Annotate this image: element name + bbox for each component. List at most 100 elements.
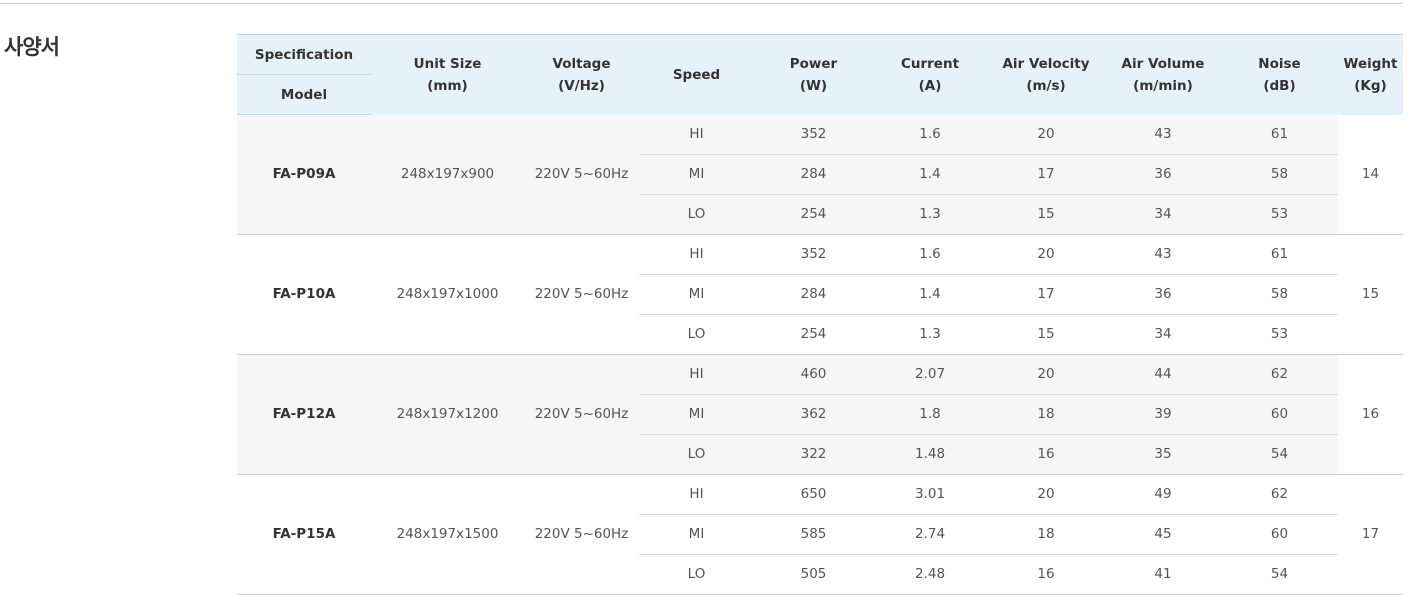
cell-current: 1.4 xyxy=(873,274,987,315)
cell-weight: 16 xyxy=(1338,354,1403,475)
cell-air-volume: 43 xyxy=(1105,114,1221,155)
cell-air-velocity: 16 xyxy=(987,554,1105,595)
cell-air-velocity: 18 xyxy=(987,514,1105,555)
header-air-volume: Air Volume (m/min) xyxy=(1105,34,1221,115)
header-current-label: Current xyxy=(900,55,960,72)
cell-power: 284 xyxy=(754,274,873,315)
header-voltage-unit: (V/Hz) xyxy=(558,77,605,94)
cell-speed: LO xyxy=(639,314,754,355)
cell-model: FA-P10A xyxy=(237,234,371,355)
cell-air-volume: 49 xyxy=(1105,474,1221,515)
cell-noise: 54 xyxy=(1221,434,1338,475)
cell-noise: 60 xyxy=(1221,394,1338,435)
cell-air-velocity: 15 xyxy=(987,194,1105,235)
cell-speed: HI xyxy=(639,234,754,275)
cell-noise: 61 xyxy=(1221,234,1338,275)
cell-air-velocity: 20 xyxy=(987,114,1105,155)
header-power: Power (W) xyxy=(754,34,873,115)
header-voltage-label: Voltage xyxy=(552,55,611,72)
cell-weight: 17 xyxy=(1338,474,1403,595)
cell-current: 1.8 xyxy=(873,394,987,435)
header-unit-size-label: Unit Size xyxy=(413,55,482,72)
header-noise-label: Noise xyxy=(1258,55,1301,72)
cell-air-velocity: 17 xyxy=(987,274,1105,315)
cell-power: 352 xyxy=(754,234,873,275)
cell-power: 322 xyxy=(754,434,873,475)
section-title: 사양서 xyxy=(4,35,60,59)
cell-air-velocity: 20 xyxy=(987,234,1105,275)
cell-air-volume: 39 xyxy=(1105,394,1221,435)
table-row: FA-P10A 248x197x1000 220V 5~60Hz HI 352 … xyxy=(237,234,1403,355)
cell-current: 2.07 xyxy=(873,354,987,395)
cell-noise: 53 xyxy=(1221,314,1338,355)
header-air-velocity-label: Air Velocity xyxy=(1002,55,1090,72)
header-unit-size-unit: (mm) xyxy=(427,77,468,94)
table-header: Specification Unit Size (mm) Voltage (V/… xyxy=(237,34,1403,115)
cell-unit-size: 248x197x1000 xyxy=(371,234,524,355)
header-weight-unit: (Kg) xyxy=(1354,77,1387,94)
header-voltage: Voltage (V/Hz) xyxy=(524,34,639,115)
table-row: FA-P12A 248x197x1200 220V 5~60Hz HI 460 … xyxy=(237,354,1403,475)
cell-current: 2.74 xyxy=(873,514,987,555)
cell-power: 505 xyxy=(754,554,873,595)
cell-noise: 61 xyxy=(1221,114,1338,155)
cell-power: 352 xyxy=(754,114,873,155)
cell-noise: 53 xyxy=(1221,194,1338,235)
header-air-velocity-unit: (m/s) xyxy=(1026,77,1066,94)
cell-air-volume: 35 xyxy=(1105,434,1221,475)
cell-speed: MI xyxy=(639,274,754,315)
spec-table: Specification Unit Size (mm) Voltage (V/… xyxy=(237,34,1403,595)
cell-noise: 62 xyxy=(1221,354,1338,395)
cell-weight: 15 xyxy=(1338,234,1403,355)
cell-noise: 60 xyxy=(1221,514,1338,555)
cell-current: 1.6 xyxy=(873,114,987,155)
cell-power: 585 xyxy=(754,514,873,555)
cell-air-volume: 41 xyxy=(1105,554,1221,595)
cell-air-volume: 36 xyxy=(1105,274,1221,315)
cell-weight: 14 xyxy=(1338,114,1403,235)
header-model: Model xyxy=(237,74,371,115)
cell-power: 650 xyxy=(754,474,873,515)
cell-voltage: 220V 5~60Hz xyxy=(524,474,639,595)
cell-model: FA-P15A xyxy=(237,474,371,595)
cell-current: 1.3 xyxy=(873,314,987,355)
cell-current: 2.48 xyxy=(873,554,987,595)
cell-air-velocity: 16 xyxy=(987,434,1105,475)
header-current-unit: (A) xyxy=(918,77,942,94)
cell-current: 3.01 xyxy=(873,474,987,515)
cell-speed: HI xyxy=(639,114,754,155)
header-air-volume-unit: (m/min) xyxy=(1133,77,1193,94)
header-specification: Specification xyxy=(237,34,371,75)
header-current: Current (A) xyxy=(873,34,987,115)
header-power-unit: (W) xyxy=(799,77,828,94)
cell-unit-size: 248x197x1200 xyxy=(371,354,524,475)
cell-power: 254 xyxy=(754,194,873,235)
table-row: FA-P15A 248x197x1500 220V 5~60Hz HI 650 … xyxy=(237,474,1403,595)
cell-speed: HI xyxy=(639,354,754,395)
cell-voltage: 220V 5~60Hz xyxy=(524,234,639,355)
cell-speed: LO xyxy=(639,194,754,235)
header-weight-label: Weight xyxy=(1343,55,1398,72)
cell-air-volume: 34 xyxy=(1105,314,1221,355)
top-divider xyxy=(0,3,1403,4)
cell-voltage: 220V 5~60Hz xyxy=(524,114,639,235)
cell-air-velocity: 17 xyxy=(987,154,1105,195)
cell-air-volume: 45 xyxy=(1105,514,1221,555)
header-noise: Noise (dB) xyxy=(1221,34,1338,115)
cell-unit-size: 248x197x900 xyxy=(371,114,524,235)
table-row: FA-P09A 248x197x900 220V 5~60Hz HI 352 1… xyxy=(237,114,1403,235)
cell-air-velocity: 20 xyxy=(987,354,1105,395)
header-noise-unit: (dB) xyxy=(1263,77,1296,94)
cell-air-velocity: 18 xyxy=(987,394,1105,435)
cell-speed: LO xyxy=(639,554,754,595)
cell-voltage: 220V 5~60Hz xyxy=(524,354,639,475)
cell-current: 1.48 xyxy=(873,434,987,475)
cell-model: FA-P12A xyxy=(237,354,371,475)
cell-noise: 58 xyxy=(1221,274,1338,315)
cell-air-volume: 44 xyxy=(1105,354,1221,395)
header-power-label: Power xyxy=(789,55,838,72)
header-air-volume-label: Air Volume xyxy=(1121,55,1205,72)
header-air-velocity: Air Velocity (m/s) xyxy=(987,34,1105,115)
header-unit-size: Unit Size (mm) xyxy=(371,34,524,115)
cell-speed: MI xyxy=(639,514,754,555)
